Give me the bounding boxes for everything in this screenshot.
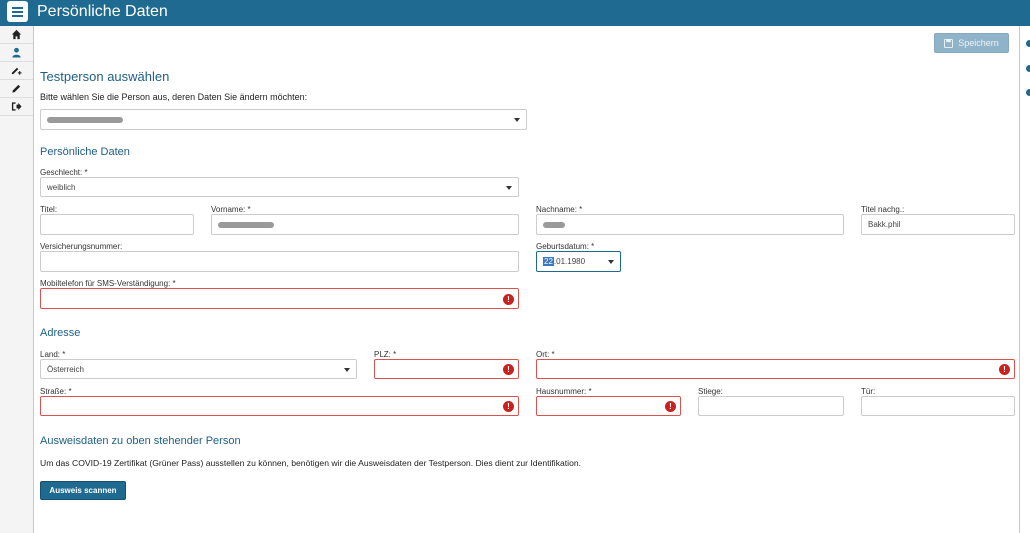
door-input[interactable] [861,396,1015,416]
birthdate-rest: .01.1980 [553,257,586,266]
sidebar-item-logout[interactable] [0,98,33,116]
gender-value: weiblich [47,182,76,192]
street-label: Straße: * [40,387,72,396]
sidebar-item-edit[interactable] [0,80,33,98]
redacted-firstname [218,221,274,228]
personal-heading: Persönliche Daten [40,146,130,158]
right-bar [1020,26,1030,533]
address-heading: Adresse [40,327,81,339]
gender-select[interactable]: weiblich [40,177,519,197]
zip-label: PLZ: * [374,350,397,359]
street-input[interactable]: ! [40,396,519,416]
redacted-lastname [543,221,565,228]
hamburger-menu-button[interactable] [7,1,28,22]
door-label: Tür: [861,387,876,396]
chevron-down-icon [344,368,350,372]
mobile-input[interactable]: ! [40,288,519,309]
insurance-label: Versicherungsnummer: [40,242,123,251]
redacted-name [47,116,123,123]
stair-input[interactable] [698,396,844,416]
save-button-label: Speichern [958,38,999,48]
country-label: Land: * [40,350,66,359]
testperson-select[interactable] [40,109,527,130]
scan-id-button[interactable]: Ausweis scannen [40,481,126,500]
birthdate-day-selected: 22 [543,257,554,266]
firstname-label: Vorname: * [211,205,251,214]
chevron-down-icon [506,186,512,190]
error-icon: ! [999,364,1010,375]
country-value: Österreich [47,364,84,374]
sidebar-item-home[interactable] [0,26,33,44]
hamburger-line [12,10,23,13]
city-input[interactable]: ! [536,359,1015,379]
logout-icon [11,102,22,111]
status-dot-icon[interactable] [1026,65,1030,72]
testperson-instruction: Bitte wählen Sie die Person aus, deren D… [40,92,308,102]
hamburger-line [12,14,23,17]
firstname-input[interactable] [211,214,519,235]
hamburger-line [12,6,23,9]
house-number-label: Hausnummer: * [536,387,592,396]
gender-label: Geschlecht: * [40,168,88,177]
country-select[interactable]: Österreich [40,359,357,379]
birthdate-picker[interactable]: 22.01.1980 [536,251,621,272]
sidebar-item-person[interactable] [0,44,33,62]
mobile-label: Mobiltelefon für SMS-Verständigung: * [40,279,176,288]
status-dot-icon[interactable] [1026,40,1030,47]
title-after-label: Titel nachg.: [861,205,905,214]
birthdate-label: Geburtsdatum: * [536,242,595,251]
lastname-input[interactable] [536,214,844,235]
home-icon [11,29,22,40]
lastname-label: Nachname: * [536,205,583,214]
chevron-down-icon [514,118,520,122]
chevron-down-icon [608,260,614,264]
floppy-disk-icon [944,38,954,48]
city-label: Ort: * [536,350,555,359]
stair-label: Stiege: [698,387,723,396]
status-dot-icon[interactable] [1026,89,1030,96]
sidebar-item-edit-person[interactable] [0,62,33,80]
save-button[interactable]: Speichern [934,33,1009,53]
title-input[interactable] [40,214,194,235]
title-after-input[interactable]: Bakk.phil [861,214,1015,235]
page-title: Persönliche Daten [37,3,168,20]
error-icon: ! [503,294,514,305]
error-icon: ! [665,401,676,412]
error-icon: ! [503,364,514,375]
id-description: Um das COVID-19 Zertifikat (Grüner Pass)… [40,458,582,468]
sidebar [0,26,34,533]
user-icon [12,47,21,58]
error-icon: ! [503,401,514,412]
main-content [34,26,1020,533]
title-label: Titel: [40,205,58,214]
insurance-input[interactable] [40,251,519,272]
title-after-value: Bakk.phil [868,220,901,229]
house-number-input[interactable]: ! [536,396,681,416]
id-heading: Ausweisdaten zu oben stehender Person [40,435,241,447]
testperson-heading: Testperson auswählen [40,69,170,84]
zip-input[interactable]: ! [374,359,519,379]
user-edit-icon [11,67,22,75]
top-bar: Persönliche Daten [0,0,1030,26]
pencil-icon [12,84,21,93]
